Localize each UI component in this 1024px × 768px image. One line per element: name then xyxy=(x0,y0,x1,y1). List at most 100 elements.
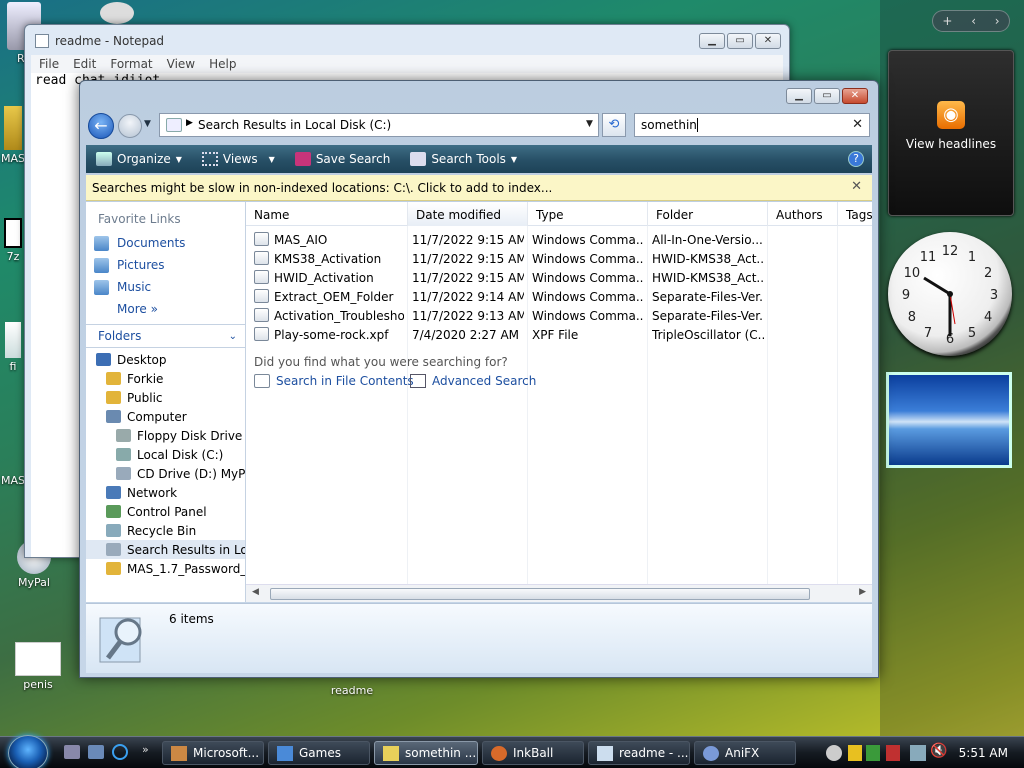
tree-item[interactable]: Desktop xyxy=(86,350,245,369)
feed-headlines-gadget[interactable]: ◉ View headlines xyxy=(888,50,1014,216)
clear-search-icon[interactable]: ✕ xyxy=(852,117,863,132)
favorite-documents[interactable]: Documents xyxy=(86,232,245,254)
favorite-more[interactable]: More » xyxy=(86,298,245,320)
slideshow-gadget[interactable] xyxy=(886,372,1012,468)
navigation-pane: Favorite Links Documents Pictures Music … xyxy=(86,202,246,602)
sidebar-prev-button[interactable]: ‹ xyxy=(971,14,976,28)
item-count: 6 items xyxy=(169,612,214,626)
sidebar-next-button[interactable]: › xyxy=(995,14,1000,28)
back-button[interactable]: ← xyxy=(88,113,114,139)
games-icon xyxy=(277,746,293,761)
menu-edit[interactable]: Edit xyxy=(73,57,96,71)
column-date-modified[interactable]: Date modified xyxy=(408,202,528,226)
close-button[interactable]: ✕ xyxy=(755,33,781,49)
minimize-button[interactable]: ▁ xyxy=(699,33,725,49)
tree-item[interactable]: Public xyxy=(86,388,245,407)
views-button[interactable]: Views ▼ xyxy=(192,152,285,166)
explorer-window[interactable]: ▁ ▭ ✕ ← ▼ ▶ Search Results in Local Disk… xyxy=(79,80,879,678)
advanced-search-link[interactable]: Advanced Search xyxy=(410,374,536,388)
clock-time[interactable]: 5:51 AM xyxy=(959,746,1008,760)
scrollbar-thumb[interactable] xyxy=(270,588,810,600)
favorite-label: Pictures xyxy=(117,258,165,272)
file-row[interactable]: Play-some-rock.xpf 7/4/2020 2:27 AM XPF Fi… xyxy=(246,325,872,344)
menu-view[interactable]: View xyxy=(167,57,195,71)
maximize-button[interactable]: ▭ xyxy=(814,88,840,104)
file-row[interactable]: MAS_AIO 11/7/2022 9:15 AM Windows Comma...… xyxy=(246,230,872,249)
column-tags[interactable]: Tags xyxy=(838,202,872,226)
overflow-chevron-icon[interactable]: » xyxy=(142,743,149,756)
file-row[interactable]: Activation_Troubleshoot 11/7/2022 9:13 AM… xyxy=(246,306,872,325)
file-folder: TripleOscillator (C... xyxy=(652,328,764,342)
taskbar-anifx[interactable]: AniFX xyxy=(694,741,796,765)
network-icon[interactable] xyxy=(910,745,926,761)
tree-item[interactable]: Recycle Bin xyxy=(86,521,245,540)
taskbar-word[interactable]: Microsoft... xyxy=(162,741,264,765)
save-search-button[interactable]: Save Search xyxy=(285,152,401,166)
recent-pages-dropdown[interactable]: ▼ xyxy=(144,119,151,129)
defender-icon[interactable] xyxy=(866,745,880,761)
tree-item[interactable]: CD Drive (D:) MyPal xyxy=(86,464,245,483)
file-row[interactable]: HWID_Activation 11/7/2022 9:15 AM Windows … xyxy=(246,268,872,287)
column-authors[interactable]: Authors xyxy=(768,202,838,226)
start-button[interactable] xyxy=(8,735,48,768)
tree-item[interactable]: Control Panel xyxy=(86,502,245,521)
tree-item[interactable]: Computer xyxy=(86,407,245,426)
show-desktop-icon[interactable] xyxy=(64,745,80,759)
menu-file[interactable]: File xyxy=(39,57,59,71)
favorite-pictures[interactable]: Pictures xyxy=(86,254,245,276)
close-button[interactable]: ✕ xyxy=(842,88,868,104)
scroll-right-icon[interactable]: ▶ xyxy=(859,587,866,597)
taskbar-games[interactable]: Games xyxy=(268,741,370,765)
maximize-button[interactable]: ▭ xyxy=(727,33,753,49)
folders-header[interactable]: Folders ⌄ xyxy=(86,324,245,348)
taskbar-inkball[interactable]: InkBall xyxy=(482,741,584,765)
tree-item[interactable]: Search Results in Loca xyxy=(86,540,245,559)
views-label: Views xyxy=(222,152,258,166)
folder-icon xyxy=(116,448,131,461)
forward-button[interactable] xyxy=(118,114,142,138)
security-shield-icon[interactable] xyxy=(848,745,862,761)
search-tools-button[interactable]: Search Tools ▼ xyxy=(400,152,527,166)
tray-app-icon[interactable] xyxy=(826,745,842,761)
scroll-left-icon[interactable]: ◀ xyxy=(252,587,259,597)
desktop-icon-penis[interactable]: penis xyxy=(12,642,64,691)
column-folder[interactable]: Folder xyxy=(648,202,768,226)
minimize-button[interactable]: ▁ xyxy=(786,88,812,104)
horizontal-scrollbar[interactable]: ◀ ▶ xyxy=(246,584,872,602)
add-gadget-button[interactable]: + xyxy=(942,14,952,28)
column-type[interactable]: Type xyxy=(528,202,648,226)
index-info-bar[interactable]: Searches might be slow in non-indexed lo… xyxy=(86,175,872,201)
tree-item[interactable]: Forkie xyxy=(86,369,245,388)
tree-item[interactable]: Local Disk (C:) xyxy=(86,445,245,464)
info-bar-text: Searches might be slow in non-indexed lo… xyxy=(92,181,553,195)
organize-button[interactable]: Organize ▼ xyxy=(86,152,192,166)
search-input[interactable]: somethin ✕ xyxy=(634,113,870,137)
close-icon[interactable]: ✕ xyxy=(851,179,862,194)
desktop-icon-mas1[interactable]: MAS xyxy=(0,106,26,165)
switch-windows-icon[interactable] xyxy=(88,745,104,759)
tree-item[interactable]: MAS_1.7_Password_12 xyxy=(86,559,245,578)
desktop-icon-7z[interactable]: 7z xyxy=(2,218,24,263)
desktop-icon-readme[interactable]: readme xyxy=(322,684,382,697)
volume-muted-icon[interactable]: 🔇 xyxy=(930,743,947,759)
column-name[interactable]: Name xyxy=(246,202,408,226)
address-dropdown[interactable]: ▼ xyxy=(586,119,593,129)
tray-warning-icon[interactable] xyxy=(886,745,900,761)
rss-icon: ◉ xyxy=(937,101,965,129)
menu-format[interactable]: Format xyxy=(110,57,152,71)
taskbar-notepad[interactable]: readme - ... xyxy=(588,741,690,765)
tree-item[interactable]: Floppy Disk Drive (A xyxy=(86,426,245,445)
menu-help[interactable]: Help xyxy=(209,57,236,71)
address-bar[interactable]: ▶ Search Results in Local Disk (C:) xyxy=(159,113,599,137)
internet-explorer-icon[interactable] xyxy=(112,744,128,760)
desktop-icon-fi[interactable]: fi xyxy=(2,322,24,373)
desktop-icon-mas2[interactable]: MAS xyxy=(0,474,26,487)
file-row[interactable]: Extract_OEM_Folder 11/7/2022 9:14 AM Windo… xyxy=(246,287,872,306)
search-in-file-contents-link[interactable]: Search in File Contents xyxy=(254,374,414,388)
tree-item[interactable]: Network xyxy=(86,483,245,502)
taskbar-search[interactable]: somethin ... xyxy=(374,741,478,765)
help-icon[interactable]: ? xyxy=(848,151,864,167)
file-row[interactable]: KMS38_Activation 11/7/2022 9:15 AM Windows… xyxy=(246,249,872,268)
favorite-music[interactable]: Music xyxy=(86,276,245,298)
refresh-button[interactable]: ⟲ xyxy=(602,113,626,137)
